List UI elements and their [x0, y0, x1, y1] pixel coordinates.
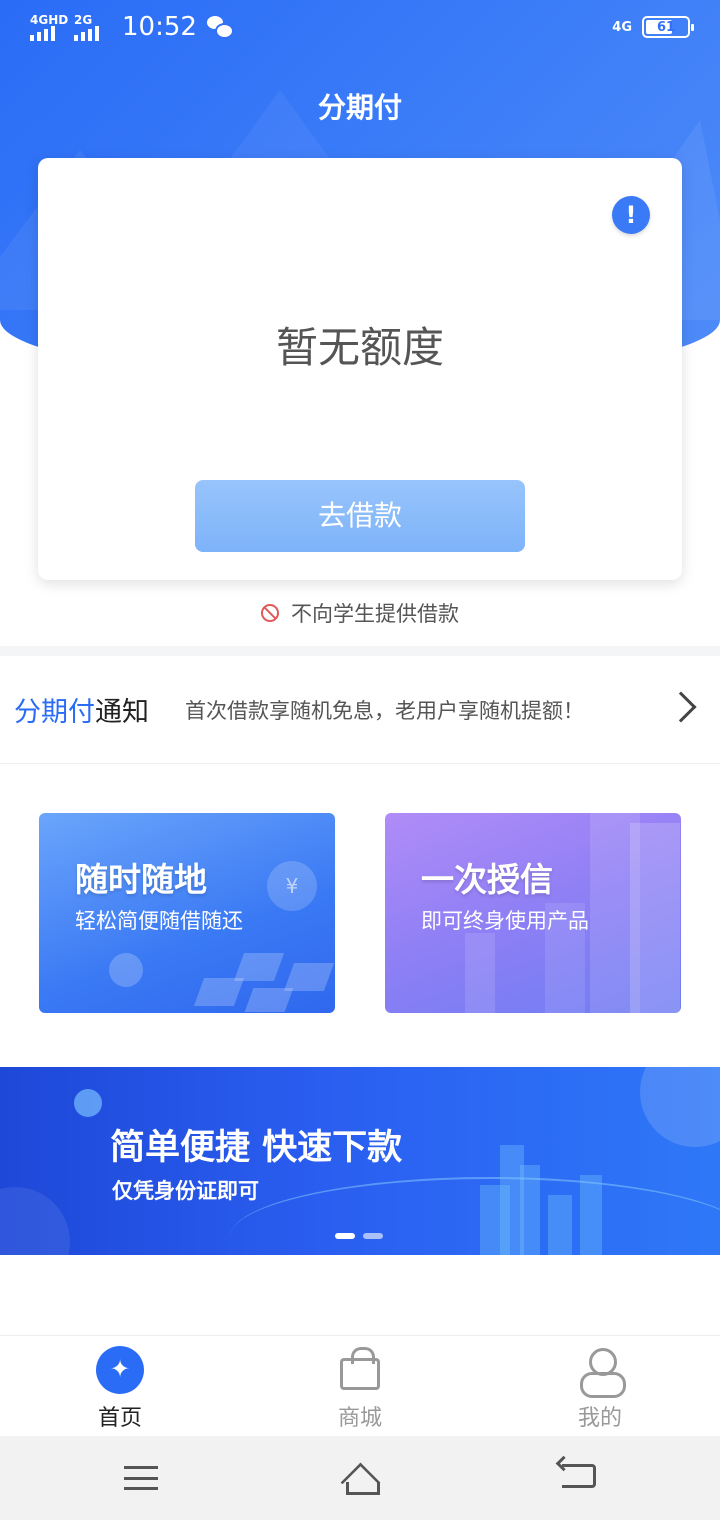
status-left: 4GHD 2G 10:52 — [30, 12, 234, 42]
decor-building — [520, 1165, 540, 1255]
battery-icon: 61 — [642, 16, 694, 38]
page-title: 分期付 — [317, 91, 402, 124]
decor-circle — [109, 953, 143, 987]
home-icon — [96, 1346, 144, 1394]
carousel-dot[interactable] — [363, 1233, 383, 1239]
tab-home[interactable]: 首页 — [0, 1336, 240, 1436]
menu-icon[interactable] — [124, 1466, 158, 1490]
student-note-text: 不向学生提供借款 — [291, 602, 459, 626]
tab-mall[interactable]: 商城 — [240, 1336, 480, 1436]
tab-label: 首页 — [97, 1406, 142, 1431]
notice-title-label: 通知 — [95, 697, 149, 728]
decor-block — [244, 988, 294, 1012]
status-bar: 4GHD 2G 10:52 4G 61 — [0, 0, 720, 56]
bottom-tab-bar: 首页 商城 我的 — [0, 1335, 720, 1436]
tab-label: 商城 — [337, 1406, 382, 1431]
banner-title: 简单便捷 快速下款 — [110, 1128, 403, 1168]
decor-circle — [74, 1089, 102, 1117]
credit-status-text: 暂无额度 — [275, 323, 444, 372]
status-right: 4G 61 — [612, 16, 694, 38]
network-type: 4GHD — [30, 13, 69, 27]
decor-block — [233, 953, 285, 981]
info-icon[interactable]: ! — [612, 196, 650, 234]
feature-title: 一次授信 — [421, 860, 553, 899]
prohibited-icon — [261, 604, 279, 622]
decor-wave — [230, 1177, 720, 1255]
wechat-icon — [206, 16, 234, 39]
carousel-indicator — [335, 1233, 383, 1239]
signal-icon-2: 2G — [74, 13, 108, 41]
carousel-dot-active[interactable] — [335, 1233, 355, 1239]
system-home-icon[interactable] — [336, 1462, 384, 1495]
feature-title: 随时随地 — [75, 860, 207, 899]
credit-card: ! 暂无额度 去借款 — [38, 158, 682, 580]
student-note: 不向学生提供借款 — [0, 598, 720, 628]
chevron-right-icon[interactable] — [665, 691, 697, 723]
decor-circle — [640, 1067, 720, 1147]
decor-building — [548, 1195, 572, 1255]
tab-mine[interactable]: 我的 — [480, 1336, 720, 1436]
signal-icon: 4GHD — [30, 13, 68, 41]
borrow-button[interactable]: 去借款 — [195, 480, 525, 552]
status-time: 10:52 — [122, 12, 197, 42]
notice-text: 首次借款享随机免息，老用户享随机提额！ — [185, 698, 584, 723]
decor-circle — [0, 1187, 70, 1255]
feature-subtitle: 轻松简便随借随还 — [75, 909, 243, 933]
user-icon — [580, 1348, 626, 1398]
feature-subtitle: 即可终身使用产品 — [421, 909, 589, 933]
back-icon[interactable] — [562, 1464, 596, 1488]
decor-block — [283, 963, 335, 991]
decor-building — [580, 1175, 602, 1255]
network-4g-icon: 4G — [612, 19, 632, 35]
notice-title: 分期付通知 — [14, 690, 149, 729]
battery-level: 61 — [656, 19, 676, 35]
decor-block — [193, 978, 245, 1006]
notice-title-brand: 分期付 — [14, 697, 95, 728]
tab-label: 我的 — [577, 1406, 622, 1431]
system-nav-bar — [0, 1436, 720, 1520]
banner-subtitle: 仅凭身份证即可 — [112, 1179, 259, 1203]
section-divider — [0, 646, 720, 656]
promo-banner[interactable]: 简单便捷 快速下款 仅凭身份证即可 — [0, 1067, 720, 1255]
decor-building — [465, 933, 495, 1013]
feature-card-one-time-credit[interactable]: 一次授信 即可终身使用产品 — [385, 813, 681, 1013]
shopping-bag-icon — [340, 1347, 380, 1390]
money-bag-icon: ¥ — [267, 861, 317, 911]
decor-building — [630, 823, 680, 1013]
feature-card-anytime[interactable]: ¥ 随时随地 轻松简便随借随还 — [39, 813, 335, 1013]
network-type-2: 2G — [74, 13, 93, 27]
notice-bar[interactable]: 分期付通知 首次借款享随机免息，老用户享随机提额！ — [0, 656, 720, 764]
